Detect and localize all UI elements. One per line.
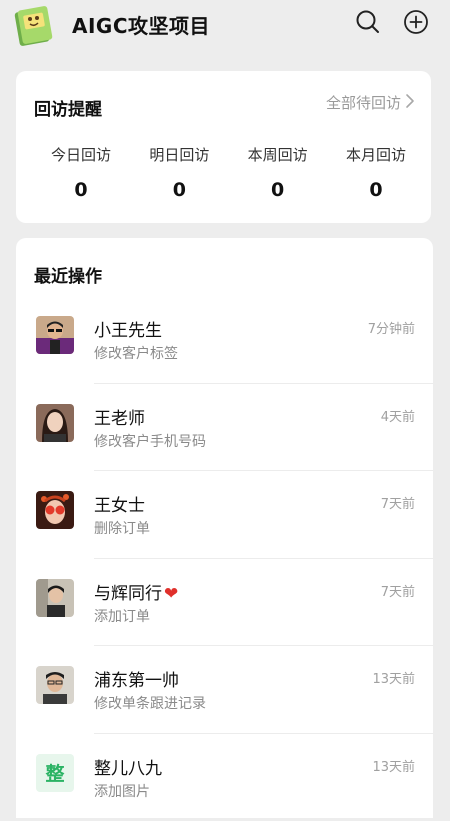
timestamp: 7天前	[381, 493, 415, 512]
text-avatar: 整	[36, 754, 74, 792]
timestamp: 4天前	[381, 406, 415, 425]
avatar	[36, 316, 74, 354]
contact-name: 与辉同行❤	[94, 579, 178, 604]
timestamp: 13天前	[372, 668, 415, 687]
app-title: AIGC攻坚项目	[72, 10, 210, 39]
stat-label: 本月回访	[331, 144, 421, 165]
stat-this-month[interactable]: 本月回访 0	[331, 144, 421, 201]
avatar	[36, 491, 74, 529]
reminder-title: 回访提醒	[34, 95, 102, 120]
heart-icon: ❤	[164, 584, 178, 604]
all-pending-revisits-link[interactable]: 全部待回访	[326, 92, 415, 113]
contact-name-text: 与辉同行	[94, 584, 162, 604]
stat-today[interactable]: 今日回访 0	[36, 144, 126, 201]
contact-name: 浦东第一帅	[94, 666, 179, 691]
add-circle-icon[interactable]	[403, 9, 429, 35]
timestamp: 13天前	[372, 756, 415, 775]
list-item[interactable]: 小王先生 修改客户标签 7分钟前	[16, 296, 433, 384]
timestamp: 7天前	[381, 581, 415, 600]
book-logo-icon	[14, 4, 60, 48]
list-item[interactable]: 王老师 修改客户手机号码 4天前	[16, 384, 433, 472]
stat-tomorrow[interactable]: 明日回访 0	[134, 144, 224, 201]
timestamp: 7分钟前	[368, 318, 415, 337]
app-header: AIGC攻坚项目	[0, 0, 450, 52]
stat-label: 明日回访	[134, 144, 224, 165]
stat-value: 0	[233, 179, 323, 201]
list-item[interactable]: 王女士 删除订单 7天前	[16, 471, 433, 559]
action-description: 删除订单	[94, 518, 150, 538]
revisit-reminder-card: 回访提醒 全部待回访 今日回访 0 明日回访 0 本周回访 0 本月回访 0	[16, 71, 431, 223]
avatar	[36, 666, 74, 704]
list-item[interactable]: 整 整儿八九 添加图片 13天前	[16, 734, 433, 821]
stat-value: 0	[134, 179, 224, 201]
all-pending-label: 全部待回访	[326, 92, 401, 113]
stat-label: 本周回访	[233, 144, 323, 165]
action-description: 修改单条跟进记录	[94, 693, 206, 713]
action-description: 修改客户手机号码	[94, 431, 206, 451]
search-icon[interactable]	[355, 9, 381, 35]
stat-label: 今日回访	[36, 144, 126, 165]
contact-name: 王女士	[94, 491, 145, 516]
recent-operations-card: 最近操作 小王先生 修改客户标签 7分钟前	[16, 238, 433, 818]
recent-title: 最近操作	[34, 262, 102, 287]
avatar	[36, 404, 74, 442]
stat-value: 0	[36, 179, 126, 201]
action-description: 添加订单	[94, 606, 150, 626]
stat-this-week[interactable]: 本周回访 0	[233, 144, 323, 201]
contact-name: 王老师	[94, 404, 145, 429]
list-item[interactable]: 与辉同行❤ 添加订单 7天前	[16, 559, 433, 647]
recent-operations-list: 小王先生 修改客户标签 7分钟前 王老师 修改客户手机号码 4天前	[16, 296, 433, 821]
chevron-right-icon	[405, 93, 415, 113]
stat-value: 0	[331, 179, 421, 201]
contact-name: 小王先生	[94, 316, 162, 341]
avatar	[36, 579, 74, 617]
contact-name: 整儿八九	[94, 754, 162, 779]
revisit-stats: 今日回访 0 明日回访 0 本周回访 0 本月回访 0	[36, 144, 421, 201]
action-description: 修改客户标签	[94, 343, 178, 363]
list-item[interactable]: 浦东第一帅 修改单条跟进记录 13天前	[16, 646, 433, 734]
action-description: 添加图片	[94, 781, 150, 801]
